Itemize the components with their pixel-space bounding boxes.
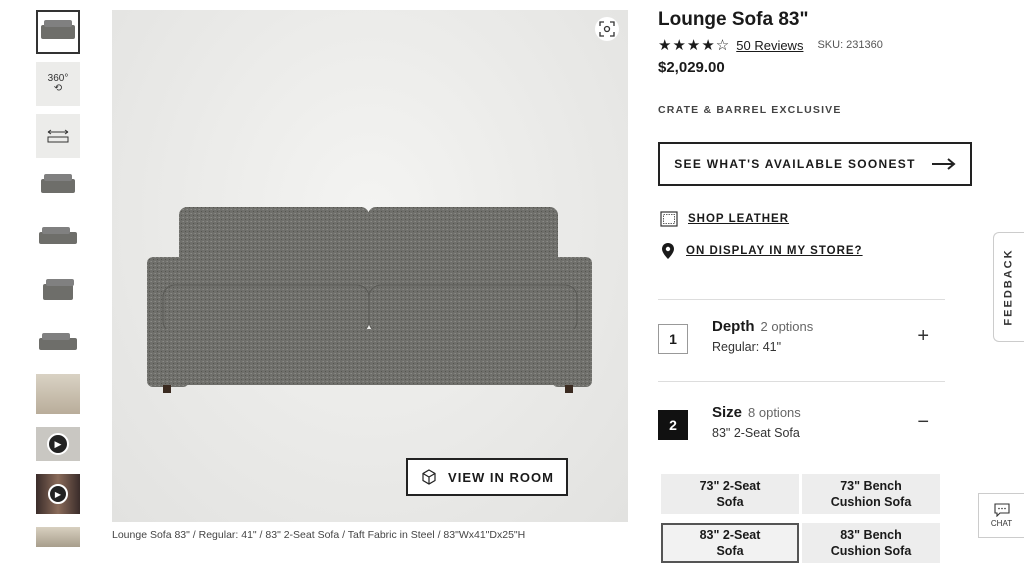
option-name: Depth 2 options [712,318,814,335]
ar-cube-icon [422,469,436,485]
chat-bubble-icon [993,503,1010,517]
leather-swatch-icon [660,211,678,227]
rating-row: ★★★★☆ 50 Reviews SKU: 231360 [658,36,883,54]
size-option-83-2seat[interactable]: 83" 2-Seat Sofa [661,523,799,563]
zoom-button[interactable] [595,17,619,41]
zoom-icon [599,21,615,37]
360-icon: 360° ⟲ [47,73,69,94]
thumbnail-sofa-angle[interactable] [36,216,80,260]
option-size[interactable]: 2 Size 8 options 83" 2-Seat Sofa − [658,395,945,455]
feedback-label: FEEDBACK [1003,248,1015,326]
sofa-image [147,207,592,393]
option-count: 8 options [748,405,801,420]
option-step-number: 2 [658,410,688,440]
size-option-73-bench[interactable]: 73" Bench Cushion Sofa [802,474,940,514]
product-title: Lounge Sofa 83" [658,9,809,30]
chat-label: CHAT [990,519,1013,528]
shop-leather-link[interactable]: SHOP LEATHER [688,213,789,225]
video-thumbnail-image: ▶ [36,474,80,514]
size-option-label: 73" Bench Cushion Sofa [830,479,912,509]
thumbnail-room-scene-2[interactable] [36,526,80,548]
option-step-number: 1 [658,324,688,354]
room-thumbnail-image [36,374,80,414]
sofa-thumbnail-image [41,20,75,39]
thumbnail-video-person[interactable]: ▶ [36,472,80,516]
chat-button[interactable]: CHAT [978,493,1024,538]
availability-label: SEE WHAT'S AVAILABLE SOONEST [674,157,916,171]
on-display-link[interactable]: ON DISPLAY IN MY STORE? [686,245,863,257]
availability-button[interactable]: SEE WHAT'S AVAILABLE SOONEST [658,142,972,186]
sofa-thumbnail-image [39,333,77,350]
sku-label: SKU: 231360 [817,39,883,51]
feedback-tab[interactable]: FEEDBACK [993,232,1024,342]
size-option-73-2seat[interactable]: 73" 2-Seat Sofa [661,474,799,514]
view-in-room-button[interactable]: VIEW IN ROOM [406,458,568,496]
video-thumbnail-image: ▶ [36,427,80,461]
location-pin-icon [662,243,674,259]
star-rating-icon: ★★★★☆ [658,37,731,54]
image-caption: Lounge Sofa 83" / Regular: 41" / 83" 2-S… [112,529,526,541]
size-option-83-bench[interactable]: 83" Bench Cushion Sofa [802,523,940,563]
thumbnail-dimensions[interactable] [36,114,80,158]
play-icon: ▶ [47,433,69,455]
option-name: Size 8 options [712,404,801,421]
arrow-right-icon [931,158,956,170]
room-thumbnail-image [36,527,80,547]
play-icon: ▶ [48,484,68,504]
option-value: 83" 2-Seat Sofa [712,426,800,440]
sofa-thumbnail-image [39,227,77,244]
collapse-minus-icon[interactable]: − [917,411,929,434]
thumbnail-sofa-side[interactable] [36,270,80,314]
on-display-row: ON DISPLAY IN MY STORE? [660,242,863,260]
size-option-label: 83" Bench Cushion Sofa [830,528,912,558]
main-product-image[interactable]: VIEW IN ROOM [112,10,628,522]
sofa-thumbnail-image [43,279,74,300]
dimensions-icon [47,129,69,143]
option-depth[interactable]: 1 Depth 2 options Regular: 41" + [658,309,945,369]
expand-plus-icon[interactable]: + [917,325,929,348]
size-option-label: 83" 2-Seat Sofa [699,528,761,558]
divider [658,299,945,300]
size-option-label: 73" 2-Seat Sofa [699,479,761,509]
thumbnail-video[interactable]: ▶ [36,422,80,466]
sofa-thumbnail-image [41,174,75,193]
view-in-room-label: VIEW IN ROOM [448,469,554,485]
divider [658,381,945,382]
thumbnail-sofa-front[interactable] [36,10,80,54]
thumbnail-sofa-back[interactable] [36,322,80,366]
shop-leather-row: SHOP LEATHER [660,211,789,227]
option-count: 2 options [760,319,814,334]
exclusive-badge: CRATE & BARREL EXCLUSIVE [658,104,842,116]
thumbnail-360-view[interactable]: 360° ⟲ [36,62,80,106]
option-value: Regular: 41" [712,340,782,354]
thumbnail-sofa-front-2[interactable] [36,164,80,208]
reviews-link[interactable]: 50 Reviews [736,38,803,53]
thumbnail-room-scene[interactable] [36,372,80,416]
product-price: $2,029.00 [658,59,725,76]
